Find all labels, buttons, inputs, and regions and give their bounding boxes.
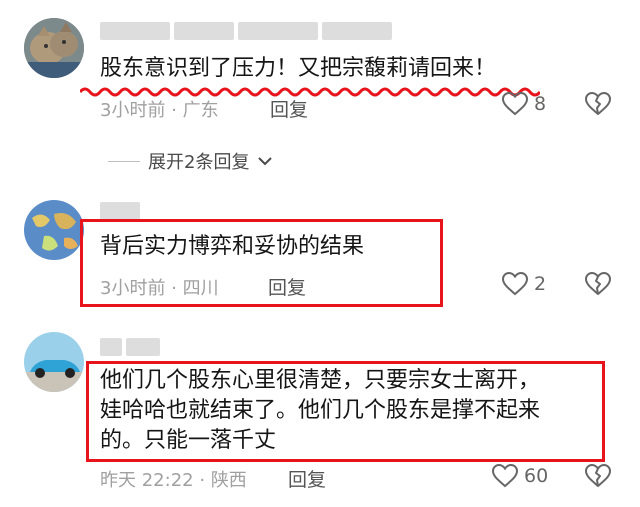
- expand-replies-label: 展开2条回复: [148, 152, 250, 173]
- comment-time: 昨天 22:22: [100, 470, 194, 491]
- highlight-box: [86, 361, 605, 462]
- avatar-car-image: [24, 332, 84, 392]
- like-button[interactable]: 2: [502, 272, 546, 296]
- reply-button[interactable]: 回复: [270, 95, 308, 122]
- comment-meta: 3小时前 · 广东: [100, 96, 219, 122]
- like-count: 60: [524, 465, 549, 487]
- comment-time: 3小时前: [100, 100, 166, 121]
- comment-meta: 昨天 22:22 · 陕西: [100, 466, 247, 492]
- broken-heart-icon[interactable]: [585, 272, 611, 296]
- username-blurred[interactable]: [100, 202, 140, 220]
- avatar-cat-image: [24, 18, 84, 78]
- avatar-cat[interactable]: [24, 18, 84, 78]
- heart-outline-icon: [492, 464, 518, 488]
- like-count: 2: [534, 273, 547, 295]
- like-button[interactable]: 8: [502, 92, 546, 116]
- username-blurred[interactable]: [100, 338, 160, 356]
- like-button[interactable]: 60: [492, 464, 548, 488]
- like-count: 8: [534, 93, 547, 115]
- comment-location: 广东: [182, 100, 219, 121]
- broken-heart-icon[interactable]: [585, 92, 611, 116]
- expand-divider: [108, 160, 140, 162]
- reply-button[interactable]: 回复: [288, 465, 326, 492]
- heart-outline-icon: [502, 272, 528, 296]
- comment-location: 陕西: [210, 470, 247, 491]
- meta-separator: ·: [171, 100, 177, 121]
- avatar-globe[interactable]: [24, 200, 84, 260]
- highlight-box: [80, 219, 443, 307]
- broken-heart-icon[interactable]: [585, 464, 611, 488]
- avatar-globe-image: [24, 200, 84, 260]
- expand-replies-button[interactable]: 展开2条回复: [108, 148, 273, 174]
- avatar-car[interactable]: [24, 332, 84, 392]
- meta-separator: ·: [199, 470, 206, 491]
- comment-text: 股东意识到了压力！又把宗馥莉请回来！: [100, 56, 497, 81]
- username-blurred[interactable]: [100, 22, 392, 40]
- chevron-down-icon: [258, 157, 273, 166]
- heart-outline-icon: [502, 92, 528, 116]
